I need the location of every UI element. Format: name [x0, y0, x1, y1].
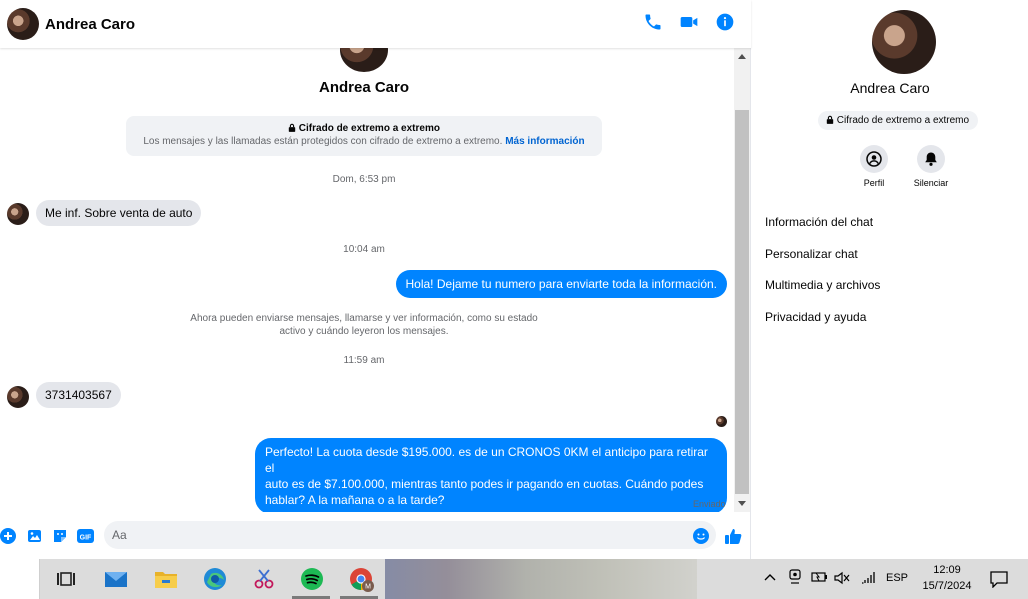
spotify-icon[interactable] — [300, 567, 324, 591]
sent-status: Enviado — [693, 499, 726, 509]
header-actions — [643, 12, 735, 32]
contact-avatar[interactable] — [7, 8, 39, 40]
snipping-tool-icon[interactable] — [252, 567, 276, 591]
notifications-icon[interactable] — [990, 570, 1008, 591]
system-note-line: Ahora pueden enviarse mensajes, llamarse… — [190, 313, 538, 324]
edge-icon[interactable] — [203, 567, 227, 591]
message-line: hablar? A la mañana o a la tarde? — [265, 493, 445, 507]
lock-icon — [288, 123, 296, 132]
composer: GIF — [0, 515, 751, 559]
profile-label: Perfil — [863, 178, 885, 188]
message-input[interactable] — [104, 521, 716, 549]
scroll-up-arrow[interactable] — [738, 54, 746, 59]
e2e-notice: Cifrado de extremo a extremo Los mensaje… — [126, 116, 602, 156]
sidebar-contact-name: Andrea Caro — [850, 80, 930, 96]
system-note: Ahora pueden enviarse mensajes, llamarse… — [0, 312, 728, 338]
bell-icon — [925, 152, 937, 166]
contact-profile-picture — [340, 48, 388, 72]
emoji-icon[interactable] — [693, 528, 709, 544]
more-info-link[interactable]: Más información — [505, 136, 584, 147]
message-list[interactable]: Andrea Caro Cifrado de extremo a extremo… — [0, 48, 751, 512]
task-view-icon[interactable] — [54, 567, 78, 591]
video-icon[interactable] — [679, 12, 699, 32]
sidebar-avatar[interactable] — [872, 10, 936, 74]
messenger-app: Andrea Caro Andrea Caro Cifrado de extre… — [0, 0, 1028, 559]
incoming-message[interactable]: Me inf. Sobre venta de auto — [36, 200, 202, 226]
volume-muted-icon[interactable] — [834, 571, 850, 588]
timestamp: 11:59 am — [343, 355, 385, 366]
read-receipt-avatar — [716, 416, 727, 427]
contact-name[interactable]: Andrea Caro — [45, 16, 135, 33]
chat-info-sidebar: Andrea Caro Cifrado de extremo a extremo… — [752, 0, 1028, 559]
sidebar-item-privacy-help[interactable]: Privacidad y ayuda — [765, 310, 866, 324]
system-note-line: activo y cuándo leyeron los mensajes. — [279, 326, 449, 337]
chat-header: Andrea Caro — [0, 0, 751, 48]
meet-now-icon[interactable] — [788, 569, 802, 588]
chevron-up-icon[interactable] — [764, 570, 776, 587]
system-clock[interactable]: 12:09 15/7/2024 — [914, 562, 980, 594]
timestamp: Dom, 6:53 pm — [332, 174, 396, 185]
e2e-badge[interactable]: Cifrado de extremo a extremo — [818, 111, 979, 130]
profile-button[interactable]: Perfil — [846, 145, 902, 188]
e2e-title: Cifrado de extremo a extremo — [298, 123, 440, 134]
info-icon[interactable] — [715, 12, 735, 32]
sidebar-item-media-files[interactable]: Multimedia y archivos — [765, 278, 880, 292]
like-icon[interactable] — [724, 527, 742, 545]
outgoing-message[interactable]: Perfecto! La cuota desde $195.000. es de… — [255, 438, 727, 512]
svg-text:M: M — [365, 584, 371, 591]
outgoing-message[interactable]: Hola! Dejame tu numero para enviarte tod… — [395, 270, 727, 298]
image-icon[interactable] — [27, 528, 43, 544]
file-explorer-icon[interactable] — [154, 567, 178, 591]
contact-avatar-small[interactable] — [7, 203, 29, 225]
e2e-text: Los mensajes y las llamadas están proteg… — [143, 136, 503, 147]
lock-icon — [826, 115, 834, 124]
windows-taskbar: M ESP 12:09 15/7/2024 — [0, 559, 1028, 599]
contact-avatar-small[interactable] — [7, 386, 29, 408]
start-area[interactable] — [0, 559, 40, 599]
chat-pane: Andrea Caro Andrea Caro Cifrado de extre… — [0, 0, 751, 559]
mute-label: Silenciar — [913, 178, 949, 188]
input-language[interactable]: ESP — [886, 572, 908, 584]
wifi-icon[interactable] — [860, 571, 876, 588]
conversation-contact-name: Andrea Caro — [318, 79, 410, 96]
message-line: auto es de $7.100.000, mientras tanto po… — [265, 477, 704, 491]
sticker-icon[interactable] — [52, 528, 68, 544]
phone-icon[interactable] — [643, 12, 663, 32]
plus-icon[interactable] — [0, 528, 16, 544]
clock-date: 15/7/2024 — [922, 580, 972, 592]
chrome-icon[interactable]: M — [349, 567, 374, 592]
mute-button[interactable]: Silenciar — [903, 145, 959, 188]
profile-icon — [866, 151, 882, 167]
clock-time: 12:09 — [933, 564, 961, 576]
incoming-message[interactable]: 3731403567 — [36, 382, 121, 408]
mail-icon[interactable] — [104, 567, 128, 591]
sidebar-item-customize-chat[interactable]: Personalizar chat — [765, 247, 858, 261]
sidebar-item-chat-info[interactable]: Información del chat — [765, 215, 873, 229]
scroll-down-arrow[interactable] — [738, 501, 746, 506]
battery-icon[interactable] — [810, 571, 828, 586]
gif-icon[interactable]: GIF — [77, 528, 95, 544]
e2e-badge-label: Cifrado de extremo a extremo — [836, 115, 970, 126]
scrollbar[interactable] — [734, 48, 750, 512]
scroll-thumb[interactable] — [735, 110, 749, 494]
message-line: Perfecto! La cuota desde $195.000. es de… — [265, 445, 708, 475]
gif-label: GIF — [80, 535, 92, 542]
timestamp: 10:04 am — [343, 244, 385, 255]
taskbar-background — [385, 559, 697, 599]
